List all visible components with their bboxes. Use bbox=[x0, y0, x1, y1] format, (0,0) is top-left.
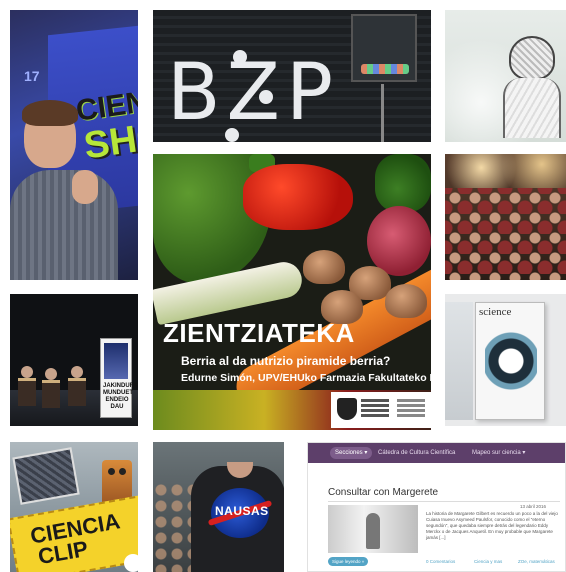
screen-number: 17 bbox=[24, 68, 40, 84]
journal-cover-tile[interactable]: science bbox=[445, 294, 566, 426]
sponsor-logos bbox=[331, 392, 431, 428]
panelist bbox=[71, 366, 83, 378]
play-icon[interactable] bbox=[124, 554, 138, 572]
shirt-logo-text: NAUSAS bbox=[215, 504, 269, 518]
panelist bbox=[45, 368, 57, 380]
bzp-sign: BZP bbox=[167, 48, 339, 138]
feature-subtitle: Berria al da nutrizio piramide berria? bbox=[181, 354, 391, 368]
audience-photo-tile[interactable] bbox=[445, 154, 566, 280]
space-agency-logo-icon: NAUSAS bbox=[207, 488, 273, 538]
sections-menu-button[interactable]: Secciones ▾ bbox=[330, 447, 373, 459]
speaker-hand bbox=[72, 170, 98, 204]
speaker-hair bbox=[22, 100, 78, 126]
university-logo-icon bbox=[337, 398, 357, 420]
article-excerpt: La historia de Margarete Gilbert es recu… bbox=[426, 511, 558, 540]
sketch-illustration-tile[interactable] bbox=[445, 10, 566, 142]
nav-link-mapeo[interactable]: Mapeo sur ciencia ▾ bbox=[472, 448, 525, 458]
chair bbox=[68, 378, 86, 406]
stage-panel-tile[interactable]: JAKINDURIEK MUNDUET ENDEIO DAU bbox=[10, 294, 138, 426]
cover-art bbox=[485, 328, 537, 394]
molecule-node bbox=[233, 50, 247, 64]
mushroom-image bbox=[385, 284, 427, 318]
sketch-body bbox=[503, 78, 561, 138]
board-stand bbox=[381, 84, 384, 142]
comments-link[interactable]: 0 Comentarios bbox=[426, 559, 455, 564]
whiteboard bbox=[351, 14, 417, 82]
bzp-sign-tile[interactable]: BZP bbox=[153, 10, 431, 142]
chair bbox=[18, 378, 36, 406]
printed-photo bbox=[12, 447, 80, 505]
molecule-node bbox=[259, 90, 273, 104]
chair bbox=[42, 380, 60, 408]
feature-title: ZIENTZIATEKA bbox=[163, 318, 355, 348]
pepper-image bbox=[243, 164, 353, 230]
audience-crowd bbox=[445, 188, 566, 280]
article-date: 13 abril 2016 bbox=[520, 504, 547, 509]
sketch-head bbox=[509, 36, 555, 80]
event-banner: JAKINDURIEK MUNDUET ENDEIO DAU bbox=[100, 338, 138, 418]
zientziateka-feature-tile[interactable]: ZIENTZIATEKA Berria al da nutrizio piram… bbox=[153, 154, 431, 430]
tag-link[interactable]: ZOe, matemáticas bbox=[518, 559, 555, 564]
article-title[interactable]: Consultar con Margerete bbox=[328, 487, 438, 498]
article-thumbnail[interactable] bbox=[328, 505, 418, 553]
ciencia-clip-tile[interactable]: CIENCIA CLIP bbox=[10, 442, 138, 572]
mushroom-image bbox=[303, 250, 345, 284]
category-link[interactable]: Ciencia y mas bbox=[474, 559, 502, 564]
speaker-photo-tile[interactable]: 17 CIEN SHO bbox=[10, 10, 138, 280]
beet-image bbox=[367, 206, 431, 276]
panelist bbox=[21, 366, 33, 378]
feature-speaker: Edurne Simón, UPV/EHUko Farmazia Fakulta… bbox=[181, 372, 431, 384]
site-navbar: Secciones ▾ Cátedra de Cultura Científic… bbox=[308, 443, 565, 463]
nasa-shirt-tile[interactable]: NAUSAS bbox=[153, 442, 284, 572]
website-screenshot-tile[interactable]: Secciones ▾ Cátedra de Cultura Científic… bbox=[307, 442, 566, 572]
nav-link-catedra[interactable]: Cátedra de Cultura Científica bbox=[378, 448, 455, 458]
read-more-button[interactable]: Sigue leyendo » bbox=[328, 557, 369, 566]
speaker-body bbox=[10, 170, 118, 280]
banner-caption: JAKINDURIEK MUNDUET ENDEIO DAU bbox=[103, 383, 138, 410]
journal-brand: science bbox=[479, 306, 512, 318]
molecule-node bbox=[225, 128, 239, 142]
